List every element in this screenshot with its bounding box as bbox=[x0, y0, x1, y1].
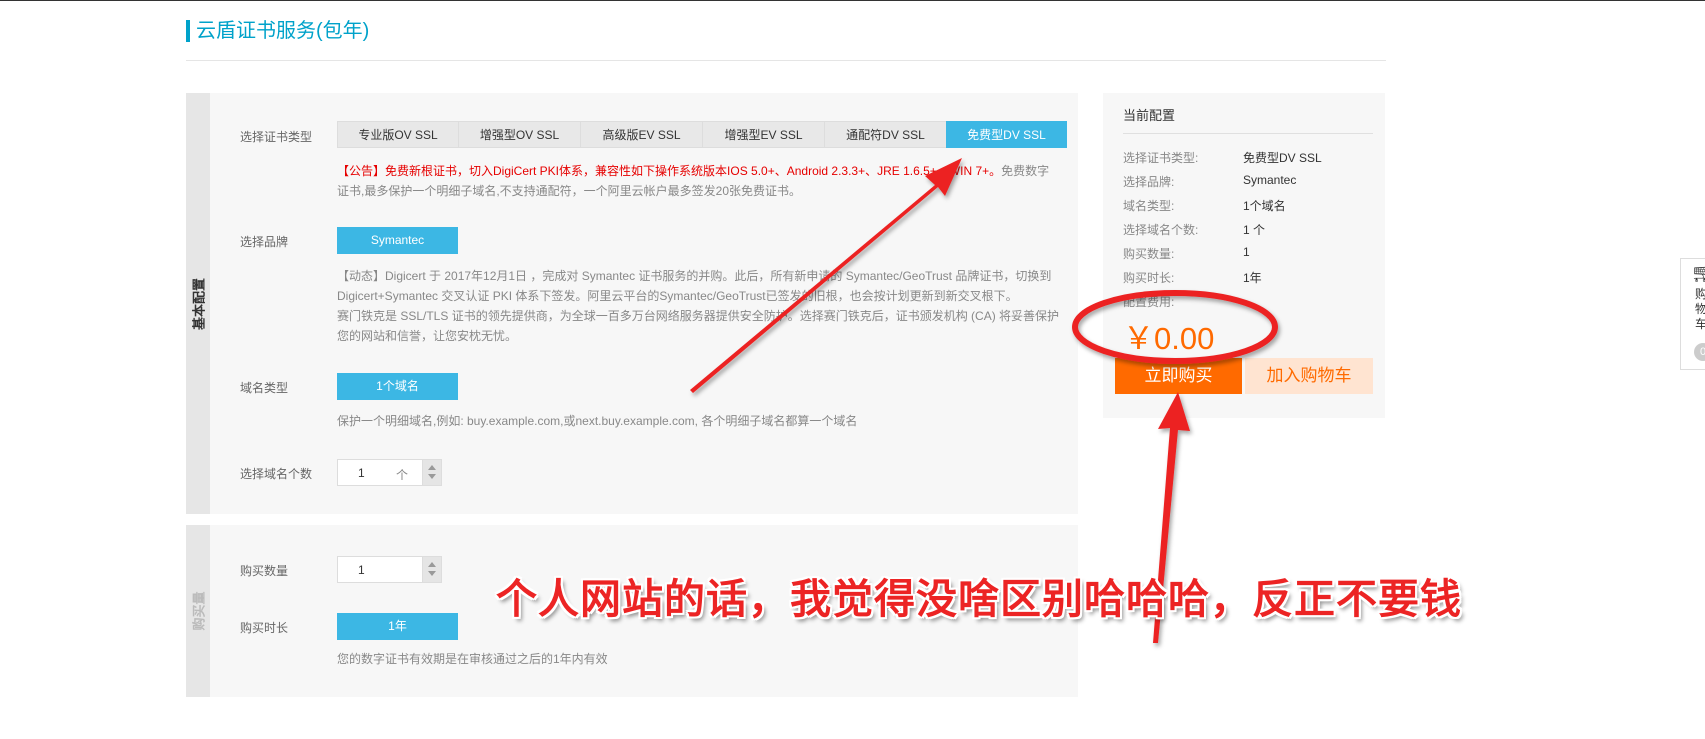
quantity-input[interactable]: 1 bbox=[337, 556, 442, 583]
buy-now-button[interactable]: 立即购买 bbox=[1115, 358, 1242, 394]
config-value: Symantec bbox=[1243, 173, 1297, 187]
domain-count-label: 选择域名个数 bbox=[240, 467, 313, 481]
brand-intro: 赛门铁克是 SSL/TLS 证书的领先提供商，为全球一百多万台网络服务器提供安全… bbox=[337, 309, 1060, 343]
duration-1-year-option[interactable]: 1年 bbox=[337, 613, 458, 640]
chevron-up-icon[interactable] bbox=[428, 562, 436, 567]
cart-label: 购物车 bbox=[1695, 287, 1705, 331]
config-title: 当前配置 bbox=[1123, 105, 1373, 134]
tab-cert-type-5[interactable]: 通配符DV SSL bbox=[824, 121, 946, 148]
domain-type-label: 域名类型 bbox=[240, 381, 289, 395]
tab-cert-type-1[interactable]: 专业版OV SSL bbox=[337, 121, 458, 148]
chevron-down-icon[interactable] bbox=[428, 571, 436, 576]
tab-cert-type-4[interactable]: 增强型EV SSL bbox=[702, 121, 824, 148]
brand-symantec-option[interactable]: Symantec bbox=[337, 227, 458, 254]
basic-config-side-label: 基本配置 bbox=[191, 277, 207, 330]
duration-label: 购买时长 bbox=[240, 621, 289, 635]
cart-count-badge: 0 bbox=[1694, 343, 1705, 361]
tab-cert-type-free-dv[interactable]: 免费型DV SSL bbox=[946, 121, 1067, 148]
purchase-side-label: 购买量 bbox=[191, 591, 207, 631]
config-value: 免费型DV SSL bbox=[1243, 151, 1322, 165]
duration-description: 您的数字证书有效期是在审核通过之后的1年内有效 bbox=[337, 652, 608, 666]
basic-config-side-tab: 基本配置 bbox=[186, 93, 210, 514]
price-label: 配置费用: bbox=[1123, 295, 1175, 309]
chevron-down-icon[interactable] bbox=[428, 474, 436, 479]
tab-cert-type-2[interactable]: 增强型OV SSL bbox=[458, 121, 580, 148]
floating-cart[interactable]: 🛒︎ 购物车 0 bbox=[1680, 258, 1705, 370]
config-value: 1个域名 bbox=[1243, 199, 1286, 213]
config-key: 选择证书类型: bbox=[1123, 151, 1199, 165]
quantity-stepper[interactable] bbox=[422, 557, 441, 582]
cart-icon: 🛒︎ bbox=[1691, 263, 1705, 283]
cert-type-label: 选择证书类型 bbox=[240, 130, 313, 144]
domain-type-description: 保护一个明细域名,例如: buy.example.com,或next.buy.e… bbox=[337, 414, 858, 428]
brand-news: 【动态】Digicert 于 2017年12月1日 ，完成对 Symantec … bbox=[337, 269, 1052, 303]
top-border bbox=[0, 0, 1705, 1]
purchase-side-tab: 购买量 bbox=[186, 525, 210, 697]
config-key: 域名类型: bbox=[1123, 199, 1175, 213]
price-value: ￥0.00 bbox=[1123, 321, 1215, 356]
domain-type-single-option[interactable]: 1个域名 bbox=[337, 373, 458, 400]
add-to-cart-button[interactable]: 加入购物车 bbox=[1245, 358, 1373, 394]
domain-count-value: 1 bbox=[358, 466, 365, 480]
notice-announcement: 【公告】免费新根证书，切入DigiCert PKI体系，兼容性如下操作系统版本I… bbox=[337, 164, 1002, 178]
page-header: 云盾证书服务(包年) bbox=[186, 20, 1386, 61]
brand-label: 选择品牌 bbox=[240, 235, 289, 249]
quantity-label: 购买数量 bbox=[240, 564, 289, 578]
domain-count-stepper[interactable] bbox=[422, 460, 441, 485]
config-key: 选择品牌: bbox=[1123, 175, 1175, 189]
domain-count-unit: 个 bbox=[396, 468, 409, 482]
config-value: 1 个 bbox=[1243, 223, 1266, 237]
chevron-up-icon[interactable] bbox=[428, 465, 436, 470]
config-value: 1 bbox=[1243, 245, 1250, 259]
annotation-caption: 个人网站的话，我觉得没啥区别哈哈哈，反正不要钱 bbox=[496, 576, 1462, 622]
page-title: 云盾证书服务(包年) bbox=[196, 20, 370, 42]
cert-type-tabs: 专业版OV SSL 增强型OV SSL 高级版EV SSL 增强型EV SSL … bbox=[337, 121, 1067, 148]
basic-config-section: 基本配置 选择证书类型 专业版OV SSL 增强型OV SSL 高级版EV SS… bbox=[186, 93, 1078, 514]
domain-count-input[interactable]: 1 个 bbox=[337, 459, 442, 486]
config-value: 1年 bbox=[1243, 271, 1262, 285]
brand-description: 【动态】Digicert 于 2017年12月1日 ，完成对 Symantec … bbox=[337, 266, 1067, 346]
config-key: 购买时长: bbox=[1123, 271, 1175, 285]
cert-type-notice: 【公告】免费新根证书，切入DigiCert PKI体系，兼容性如下操作系统版本I… bbox=[337, 161, 1057, 201]
quantity-value: 1 bbox=[358, 563, 365, 577]
title-accent-bar bbox=[186, 20, 190, 42]
config-key: 购买数量: bbox=[1123, 247, 1175, 261]
config-key: 选择域名个数: bbox=[1123, 223, 1199, 237]
tab-cert-type-3[interactable]: 高级版EV SSL bbox=[580, 121, 702, 148]
